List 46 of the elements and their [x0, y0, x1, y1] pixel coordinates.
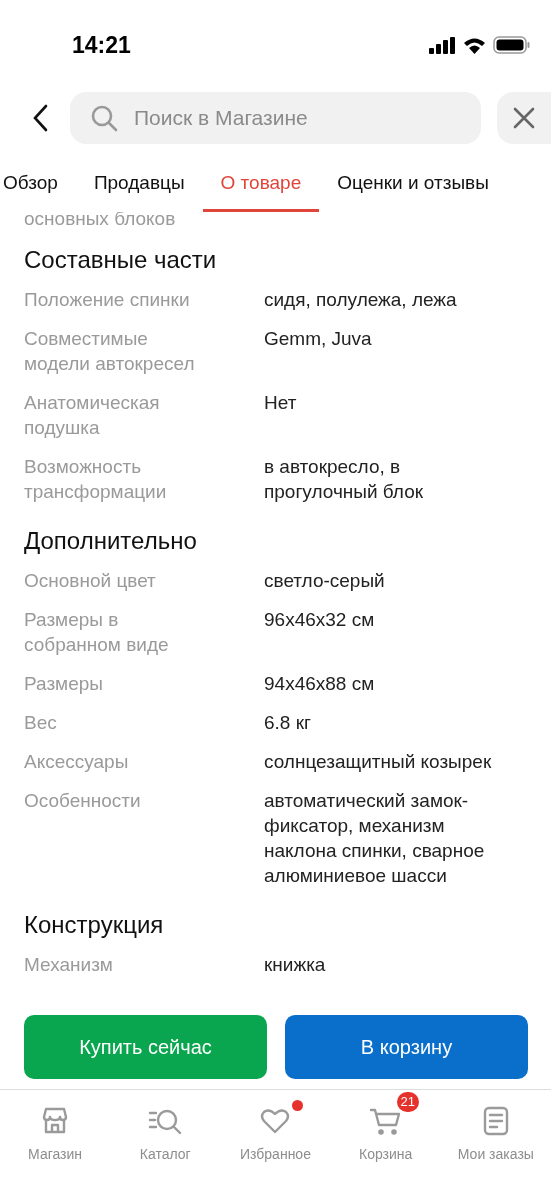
nav-item[interactable]: Каталог: [110, 1090, 221, 1178]
spec-value: 6.8 кг: [264, 711, 311, 735]
spec-value: солнцезащитный козырек: [264, 750, 492, 774]
nav-item[interactable]: Магазин: [0, 1090, 111, 1178]
spec-value: Нет: [264, 391, 297, 415]
nav-item[interactable]: 21 Корзина: [330, 1090, 441, 1178]
spec-label: Возможность трансформации: [24, 455, 168, 504]
spec-label: Размеры: [24, 672, 104, 696]
nav-item[interactable]: Мои заказы: [440, 1090, 551, 1178]
back-icon: [32, 104, 48, 132]
spec-value: в автокресло, в прогулочный блок: [264, 455, 425, 504]
spec-label: Размеры в собранном виде: [24, 608, 170, 657]
spec-value: автоматический замок-фиксатор, механизм наклона спинки, сварное алюминиевое шасси: [264, 789, 486, 888]
spec-label: Анатомическая подушка: [24, 391, 161, 440]
close-icon: [513, 107, 535, 129]
count-badge: 21: [396, 1092, 419, 1112]
spec-label: Механизм: [24, 953, 114, 977]
spec-label: Особенности: [24, 789, 142, 813]
close-button[interactable]: [497, 92, 551, 144]
spec-value: книжка: [264, 953, 326, 977]
spec-label: Основной цвет: [24, 569, 157, 593]
nav-item[interactable]: Избранное: [220, 1090, 331, 1178]
add-to-cart-button[interactable]: В корзину: [285, 1015, 528, 1079]
search-icon: [90, 104, 118, 132]
tab[interactable]: О товаре: [202, 156, 320, 212]
spec-label: Аксессуары: [24, 750, 130, 774]
spec-value: сидя, полулежа, лежа: [264, 288, 457, 312]
section-title: Дополнительно: [24, 527, 198, 555]
tab[interactable]: Продавцы: [75, 156, 203, 212]
buy-now-button[interactable]: Купить сейчас: [24, 1015, 267, 1079]
tab[interactable]: Обзор: [0, 156, 76, 212]
signal-icon: [429, 36, 456, 54]
spec-value: Gemm, Juva: [264, 327, 372, 351]
section-title: Составные части: [24, 246, 218, 274]
spec-value: 96x46x32 см: [264, 608, 375, 632]
spec-label: Положение спинки: [24, 288, 191, 312]
section-title: Конструкция: [24, 911, 165, 939]
spec-value: 94x46x88 см: [264, 672, 375, 696]
search-field[interactable]: Поиск в Магазине: [70, 92, 481, 144]
battery-icon: [493, 36, 531, 54]
wifi-icon: [463, 36, 486, 54]
spec-value: светло-серый: [264, 569, 385, 593]
spec-label: Совместимые модели автокресел: [24, 327, 196, 376]
status-time: 14:21: [72, 31, 131, 59]
tab[interactable]: Оценки и отзывы: [319, 156, 507, 212]
spec-label: Вес: [24, 711, 58, 735]
